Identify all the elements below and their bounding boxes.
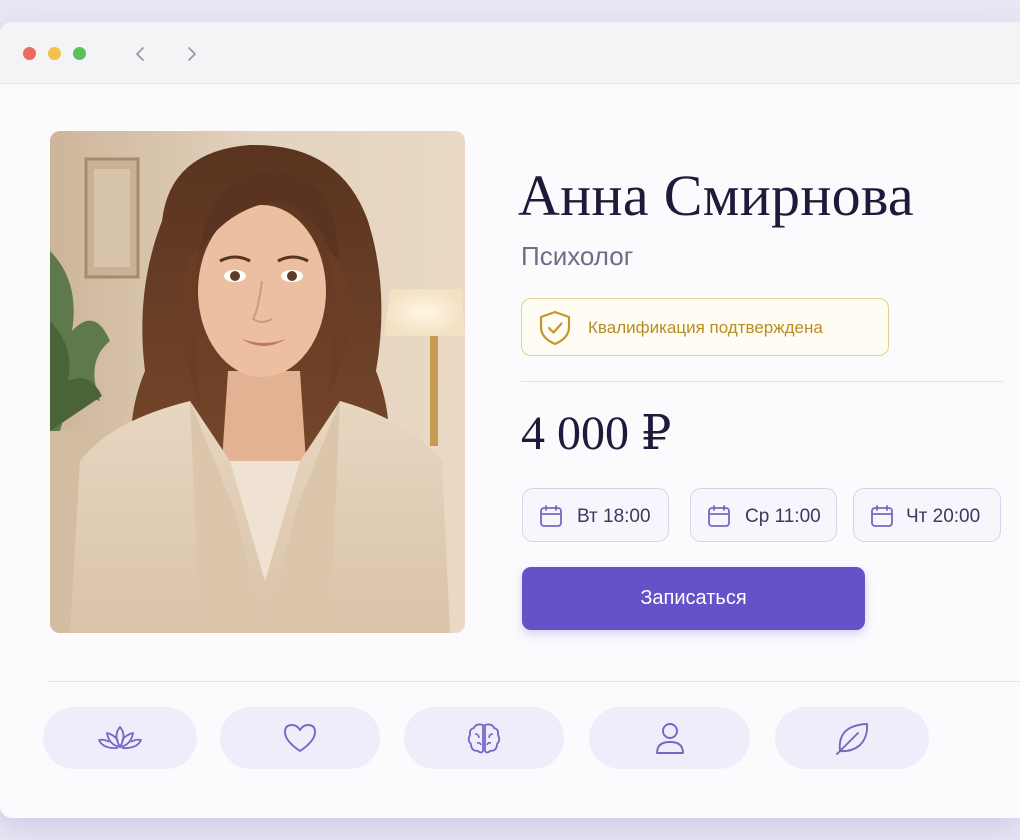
time-slot-label: Вт 18:00 — [577, 506, 651, 527]
time-slot-button[interactable]: Чт 20:00 — [853, 488, 1001, 542]
heart-icon — [284, 724, 316, 752]
category-button-lotus[interactable] — [43, 707, 197, 769]
profile-name: Анна Смирнова — [518, 163, 914, 228]
shield-check-icon — [539, 310, 571, 346]
category-button-person[interactable] — [589, 707, 750, 769]
category-button-leaf[interactable] — [775, 707, 929, 769]
category-button-brain[interactable] — [404, 707, 564, 769]
forward-button[interactable] — [174, 38, 208, 70]
session-price: 4 000 ₽ — [521, 407, 672, 460]
close-window-button[interactable] — [23, 47, 36, 60]
calendar-icon — [708, 505, 730, 527]
verified-badge: Квалификация подтверждена — [521, 298, 889, 356]
time-slot-button[interactable]: Ср 11:00 — [690, 488, 837, 542]
chevron-left-icon — [136, 47, 144, 61]
leaf-icon — [836, 723, 869, 755]
divider — [48, 681, 1020, 682]
calendar-icon — [871, 505, 893, 527]
calendar-icon — [540, 505, 562, 527]
maximize-window-button[interactable] — [73, 47, 86, 60]
time-slot-label: Чт 20:00 — [906, 506, 981, 527]
brain-icon — [467, 723, 501, 754]
badge-label: Квалификация подтверждена — [588, 318, 823, 337]
title-bar — [0, 22, 1020, 84]
minimize-window-button[interactable] — [48, 47, 61, 60]
book-session-button[interactable]: Записаться — [522, 567, 865, 630]
browser-window: Анна Смирнова Психолог Квалификация подт… — [0, 22, 1020, 818]
time-slot-label: Ср 11:00 — [745, 506, 821, 527]
chevron-right-icon — [188, 47, 196, 61]
divider — [521, 381, 1003, 382]
back-button[interactable] — [124, 38, 158, 70]
person-icon — [655, 723, 684, 754]
time-slot-button[interactable]: Вт 18:00 — [522, 488, 669, 542]
profile-profession: Психолог — [521, 241, 634, 271]
category-button-heart[interactable] — [220, 707, 380, 769]
portrait-photo — [50, 131, 465, 633]
lotus-icon — [98, 726, 142, 749]
